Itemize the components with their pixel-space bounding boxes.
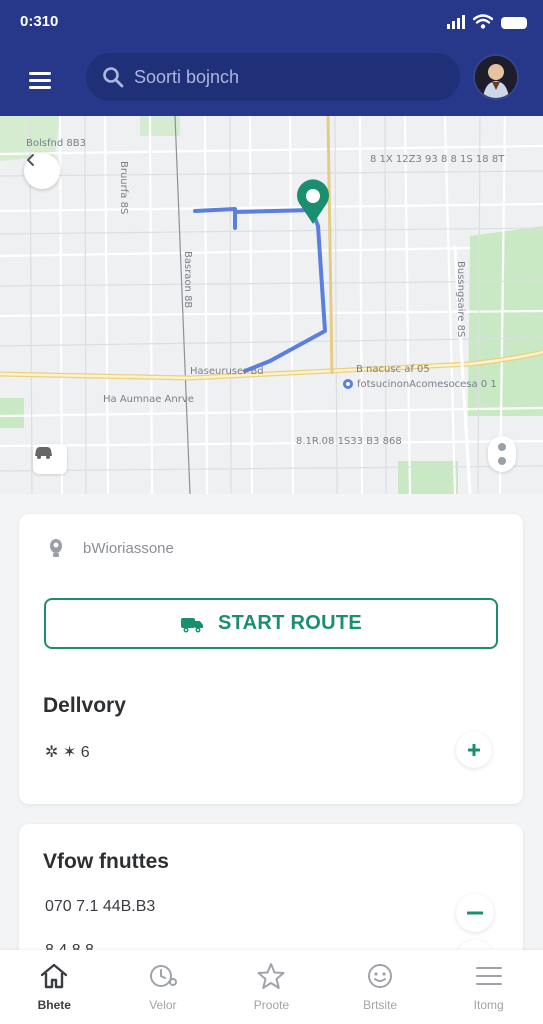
tab-label: Itomg <box>473 998 504 1012</box>
app-bar <box>0 44 543 116</box>
menu-lines-icon <box>475 967 502 985</box>
search-icon <box>103 67 124 88</box>
tab-favorites[interactable]: Proote <box>217 950 326 1024</box>
destination-pin-icon[interactable] <box>293 176 333 226</box>
routes-card: Vfow fnuttes 070 7.1 44B.B3 8 4 8 8 <box>19 824 523 964</box>
status-icons <box>447 14 527 29</box>
battery-icon <box>501 17 527 29</box>
avatar[interactable] <box>473 54 519 100</box>
zoom-out-dot[interactable] <box>498 457 506 465</box>
timer-icon <box>149 965 177 987</box>
tab-more[interactable]: Itomg <box>434 950 543 1024</box>
map-label: Basraon 8B <box>182 251 193 309</box>
chevron-left-icon <box>27 154 34 166</box>
tab-label: Proote <box>253 998 290 1012</box>
map-label: Bruurfa 8S <box>118 161 129 215</box>
map-label: Ha Aumnae Anrve <box>103 394 194 405</box>
route-card: bWioriassone START ROUTE Dellvory ✲ ✶ 6 <box>19 514 523 804</box>
map-label: Bolsfnd 8B3 <box>26 138 86 149</box>
map-view[interactable]: Bolsfnd 8B3 8 1X 12Z3 93 8 8 1S 18 8T Ha… <box>0 116 543 494</box>
status-bar: 0:310 <box>0 0 543 44</box>
route-line <box>193 207 327 373</box>
location-text: bWioriassone <box>83 539 174 557</box>
map-label: B nacusc af 05 <box>356 364 430 375</box>
tab-timer[interactable]: Velor <box>109 950 218 1024</box>
map-label: 8 1X 12Z3 93 8 8 1S 18 8T <box>370 154 505 165</box>
tab-label: Brtsite <box>363 998 398 1012</box>
tab-label: Velor <box>149 998 177 1012</box>
status-time: 0:310 <box>20 13 59 30</box>
menu-button[interactable] <box>24 66 56 94</box>
location-person-icon <box>50 539 62 557</box>
smiley-icon <box>368 964 393 988</box>
search-input[interactable] <box>134 66 434 88</box>
avatar-image <box>475 56 517 98</box>
route-item[interactable]: 070 7.1 44B.B3 <box>45 898 155 916</box>
start-route-button[interactable]: START ROUTE <box>44 598 498 649</box>
search-bar[interactable] <box>86 53 460 101</box>
route-collapse-button[interactable] <box>456 894 494 932</box>
map-label: Haseuruser Bd <box>190 366 264 377</box>
tab-home[interactable]: Bhete <box>0 950 109 1024</box>
delivery-title: Dellvory <box>43 694 126 717</box>
minus-icon <box>467 911 483 915</box>
zoom-control[interactable] <box>488 436 516 472</box>
car-icon <box>35 447 52 459</box>
tab-profile[interactable]: Brtsite <box>326 950 435 1024</box>
bottom-tab-bar: Bhete Velor Proote Brtsite Itomg <box>0 950 543 1024</box>
wifi-icon <box>473 14 493 29</box>
traffic-layer-button[interactable] <box>33 444 67 474</box>
home-icon <box>41 963 68 989</box>
routes-title: Vfow fnuttes <box>43 850 169 873</box>
star-icon <box>257 963 285 989</box>
location-row: bWioriassone <box>47 538 174 558</box>
map-label: 8.1R.08 1S33 B3 868 <box>296 436 402 447</box>
map-label: Bussngsaire 8S <box>455 261 466 338</box>
plus-icon <box>468 744 480 756</box>
delivery-add-button[interactable] <box>456 732 492 768</box>
signal-icon <box>447 15 465 29</box>
tab-label: Bhete <box>37 998 71 1012</box>
delivery-detail: ✲ ✶ 6 <box>45 744 90 761</box>
back-button[interactable] <box>24 153 60 189</box>
map-label: fotsucinonAcomesocesa 0 1 <box>357 379 497 390</box>
start-route-label: START ROUTE <box>217 612 363 634</box>
zoom-in-dot[interactable] <box>498 443 506 451</box>
truck-icon <box>180 617 203 632</box>
